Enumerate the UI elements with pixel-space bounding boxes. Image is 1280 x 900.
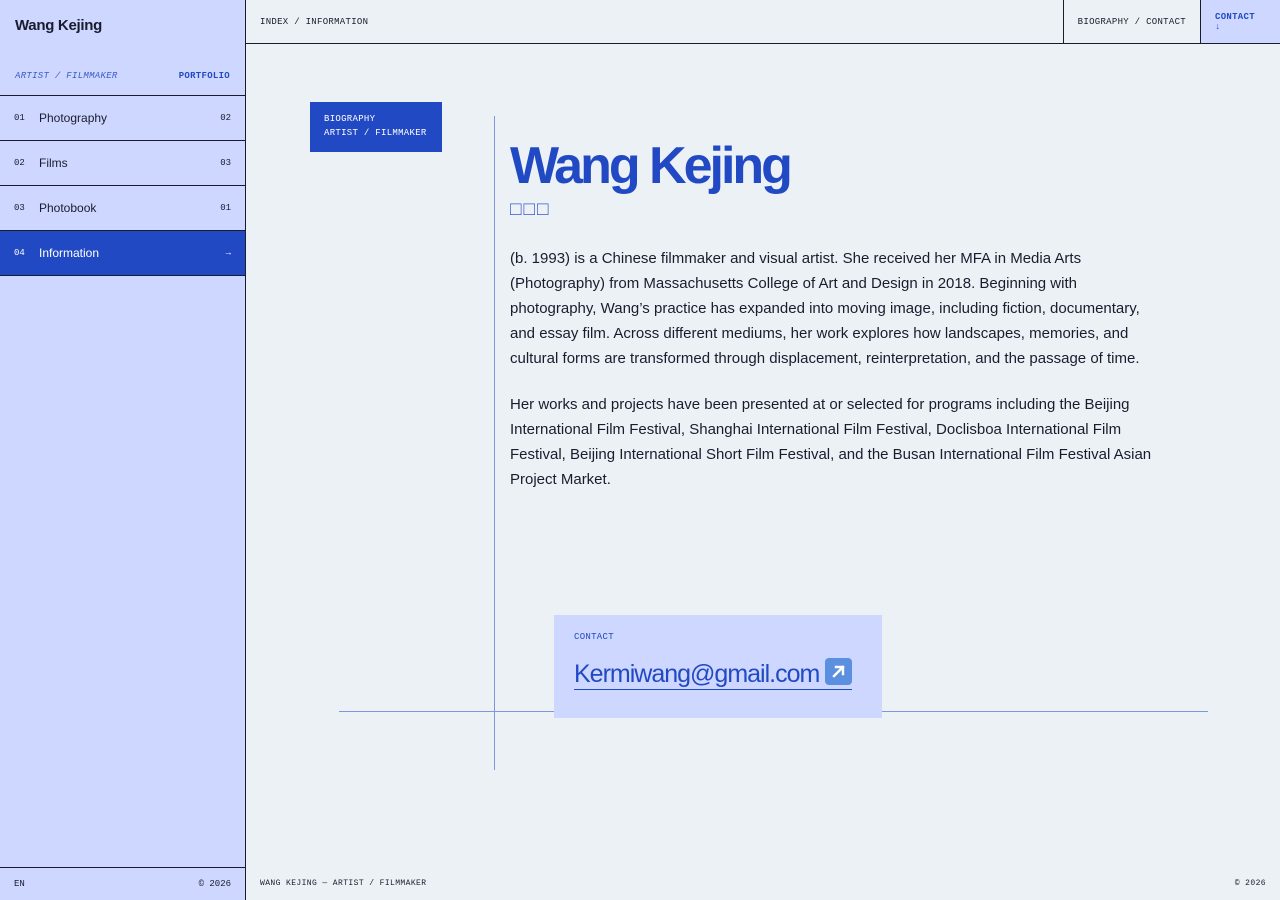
sidebar-item-photography[interactable]: 01 Photography 02 — [0, 96, 245, 141]
external-link-icon — [825, 658, 853, 685]
bio-paragraph-2: Her works and projects have been present… — [510, 396, 1152, 488]
biography-tag-subtitle: ARTIST / FILMMAKER — [324, 128, 427, 138]
nav-item-count: 01 — [220, 203, 231, 213]
nav-item-label: Films — [39, 156, 68, 170]
contact-email-text: Kermiwang@gmail.com — [574, 660, 820, 688]
sidebar-item-information[interactable]: 04 Information → — [0, 231, 245, 276]
contact-button[interactable]: CONTACT ↓ — [1200, 0, 1280, 43]
contact-card: CONTACT Kermiwang@gmail.com — [554, 615, 882, 718]
sidebar-item-photobook[interactable]: 03 Photobook 01 — [0, 186, 245, 231]
nav-item-count: 03 — [220, 158, 231, 168]
brand-name[interactable]: Wang Kejing — [15, 17, 102, 34]
sidebar: Wang Kejing ARTIST / FILMMAKER PORTFOLIO… — [0, 0, 246, 900]
sidebar-footer: EN © 2026 — [0, 867, 245, 900]
name-cjk: □□□ — [510, 199, 551, 220]
bottom-bar: WANG KEJING — ARTIST / FILMMAKER © 2026 — [246, 867, 1280, 900]
vertical-divider — [494, 116, 495, 770]
top-bar: INDEX / INFORMATION BIOGRAPHY / CONTACT … — [246, 0, 1280, 44]
sidebar-nav: 01 Photography 02 02 Films 03 03 Photobo… — [0, 95, 245, 276]
nav-item-number: 01 — [14, 113, 25, 123]
contact-label: CONTACT — [574, 632, 614, 642]
nav-item-label: Photography — [39, 111, 108, 125]
nav-item-label: Information — [39, 246, 100, 260]
role-label: ARTIST / FILMMAKER — [15, 71, 118, 81]
portfolio-link[interactable]: PORTFOLIO — [179, 71, 230, 81]
sidebar-item-films[interactable]: 02 Films 03 — [0, 141, 245, 186]
footer-credit: WANG KEJING — ARTIST / FILMMAKER — [260, 879, 427, 888]
nav-item-number: 03 — [14, 203, 25, 213]
nav-item-number: 04 — [14, 248, 25, 258]
footer-copyright: © 2026 — [1234, 879, 1266, 888]
sidebar-copyright: © 2026 — [198, 879, 231, 889]
breadcrumb: INDEX / INFORMATION — [260, 16, 369, 27]
nav-item-number: 02 — [14, 158, 25, 168]
nav-item-label: Photobook — [39, 201, 97, 215]
contact-email-link[interactable]: Kermiwang@gmail.com — [574, 658, 853, 690]
language-toggle[interactable]: EN — [14, 879, 25, 889]
arrow-right-icon: → — [225, 248, 231, 258]
biography-tag-title: BIOGRAPHY — [324, 114, 376, 124]
page-title: Wang Kejing — [510, 137, 793, 195]
biography-contact-link[interactable]: BIOGRAPHY / CONTACT — [1062, 0, 1200, 43]
biography-tag: BIOGRAPHY ARTIST / FILMMAKER — [310, 102, 442, 152]
bio-paragraph-1: (b. 1993) is a Chinese filmmaker and vis… — [510, 250, 1140, 367]
nav-item-count: 02 — [220, 113, 231, 123]
sidebar-subheader: ARTIST / FILMMAKER PORTFOLIO — [15, 71, 230, 81]
